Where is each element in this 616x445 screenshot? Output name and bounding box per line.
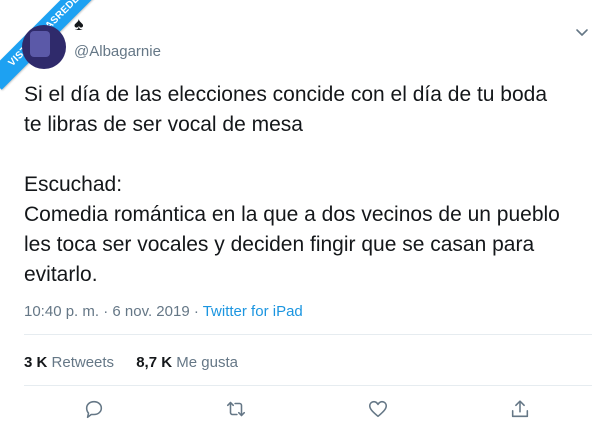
avatar[interactable]: [22, 25, 66, 69]
reply-icon[interactable]: [83, 398, 109, 424]
tweet-line: Comedia romántica en la que a dos vecino…: [24, 203, 560, 226]
tweet-line: les toca ser vocales y deciden fingir qu…: [24, 233, 535, 256]
tweet-source-link[interactable]: Twitter for iPad: [203, 303, 303, 320]
divider: [24, 334, 592, 335]
tweet-line: evitarlo.: [24, 263, 98, 286]
tweet-text: Si el día de las elecciones concide con …: [24, 80, 604, 290]
tweet-card: VISTOENLASREDES ♠ @Albagarnie Si el día …: [0, 0, 616, 445]
display-name-spade-icon[interactable]: ♠: [74, 14, 84, 35]
tweet-line: te libras de ser vocal de mesa: [24, 113, 303, 136]
tweet-line: Si el día de las elecciones concide con …: [24, 83, 548, 106]
chevron-down-icon[interactable]: [574, 24, 590, 40]
divider: [24, 385, 592, 386]
share-icon[interactable]: [509, 398, 535, 424]
tweet-actions: [0, 398, 616, 428]
tweet-timestamp[interactable]: 10:40 p. m. · 6 nov. 2019 ·: [24, 303, 203, 320]
heart-icon[interactable]: [367, 398, 393, 424]
retweet-icon[interactable]: [225, 398, 251, 424]
user-handle[interactable]: @Albagarnie: [74, 43, 161, 60]
retweets-stat[interactable]: 3 K Retweets: [24, 354, 114, 371]
likes-label: Me gusta: [176, 354, 238, 371]
likes-count: 8,7 K: [136, 354, 173, 371]
tweet-line: Escuchad:: [24, 173, 123, 196]
tweet-meta: 10:40 p. m. · 6 nov. 2019 · Twitter for …: [24, 303, 303, 320]
retweets-count: 3 K: [24, 354, 48, 371]
retweets-label: Retweets: [51, 354, 115, 371]
tweet-stats: 3 K Retweets 8,7 K Me gusta: [24, 354, 256, 371]
likes-stat[interactable]: 8,7 K Me gusta: [136, 354, 238, 371]
